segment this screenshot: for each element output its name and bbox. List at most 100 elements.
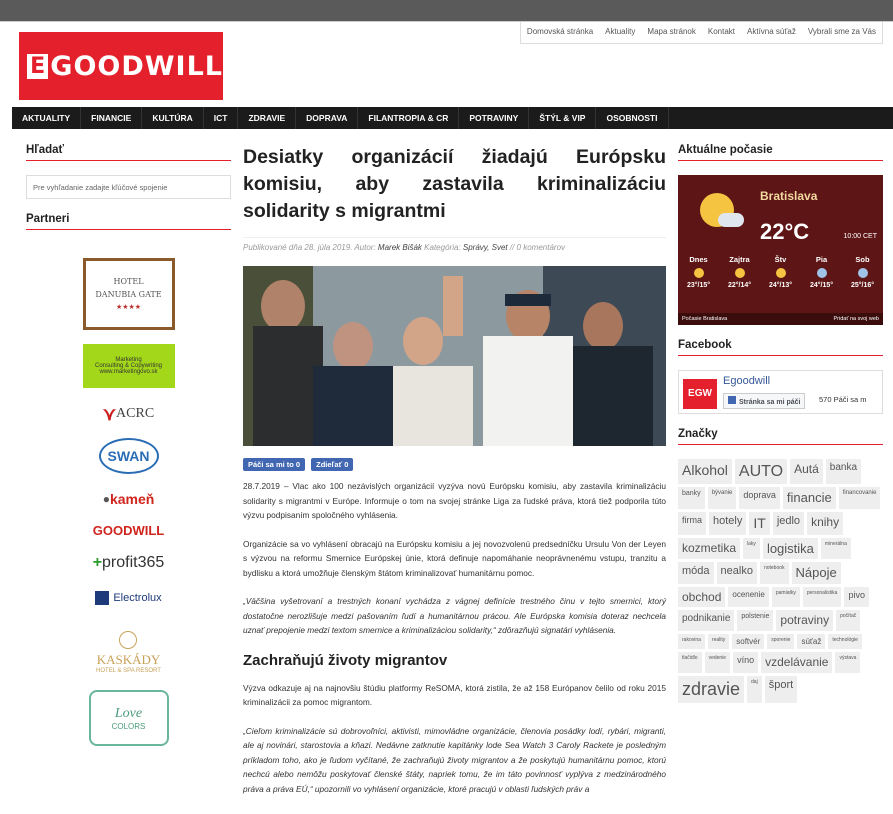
site-logo[interactable]: E GOODWILL	[19, 32, 223, 100]
nav-item[interactable]: ŠTÝL & VIP	[529, 107, 597, 129]
partner-danubia[interactable]: HOTEL DANUBIA GATE ★★★★	[82, 258, 175, 330]
fb-icon	[728, 396, 736, 404]
tag-link[interactable]: notebook	[759, 562, 789, 584]
tag-link[interactable]: logistika	[762, 537, 818, 560]
fb-share-button[interactable]: Zdieľať 0	[311, 458, 354, 471]
nav-item[interactable]: FILANTROPIA & CR	[358, 107, 460, 129]
meta-categories-link[interactable]: Správy, Svet	[463, 243, 508, 252]
electrolux-icon	[95, 591, 110, 605]
tag-link[interactable]: financie	[782, 487, 836, 509]
top-link[interactable]: Aktívna súťaž	[741, 22, 802, 43]
partner-marketing[interactable]: Marketing Consulting & Copywriting www.m…	[82, 344, 175, 388]
browser-top-strip	[0, 0, 893, 22]
fb-page-name[interactable]: Egoodwill	[723, 375, 770, 387]
partner-love-colors[interactable]: Love COLORS	[88, 690, 169, 746]
tag-link[interactable]: financovanie	[838, 487, 881, 509]
meta-comments-link[interactable]: // 0 komentárov	[510, 243, 565, 252]
tag-link[interactable]: podnikanie	[678, 610, 735, 631]
tag-link[interactable]: pivo	[844, 586, 869, 608]
nav-item[interactable]: FINANCIE	[81, 107, 143, 129]
tag-link[interactable]: personalistika	[802, 586, 842, 608]
tag-link[interactable]: Autá	[790, 459, 823, 485]
nav-item[interactable]: POTRAVINY	[459, 107, 530, 129]
weather-day-name: Pia	[815, 255, 828, 264]
top-link[interactable]: Aktuality	[599, 22, 641, 43]
tag-link[interactable]: doprava	[739, 487, 780, 509]
partner-kamen[interactable]: ● kameň	[103, 488, 155, 510]
nav-item[interactable]: ZDRAVIE	[238, 107, 297, 129]
kamen-icon: ●	[102, 492, 110, 506]
fb-like-button[interactable]: Páči sa mi to 0	[243, 458, 306, 471]
partner-electrolux[interactable]: Electrolux	[95, 586, 162, 610]
tag-link[interactable]: vzdelávanie	[761, 652, 833, 673]
nav-item[interactable]: ICT	[204, 107, 239, 129]
tag-link[interactable]: Nápoje	[791, 562, 841, 584]
top-link[interactable]: Vybrali sme za Vás	[802, 22, 882, 43]
tag-link[interactable]: kozmetika	[678, 537, 741, 560]
tag-link[interactable]: daj	[747, 675, 762, 704]
tag-link[interactable]: reality	[707, 633, 730, 650]
weather-heading: Aktuálne počasie	[678, 144, 883, 161]
tag-link[interactable]: víno	[733, 652, 759, 673]
partner-profit[interactable]: + profit365	[93, 550, 165, 576]
tag-link[interactable]: IT	[749, 511, 770, 535]
fb-page-like-button[interactable]: Stránka sa mi páči	[723, 393, 806, 409]
tag-link[interactable]: bývanie	[707, 487, 737, 509]
tag-link[interactable]: rakovina	[678, 633, 705, 650]
tag-link[interactable]: móda	[678, 562, 714, 584]
nav-item[interactable]: AKTUALITY	[12, 107, 82, 129]
tag-link[interactable]: zdravie	[678, 675, 745, 704]
partner-swan[interactable]: SWAN	[98, 438, 159, 474]
tag-link[interactable]: potraviny	[776, 610, 834, 631]
tag-link[interactable]: polstenie	[737, 610, 774, 631]
tag-link[interactable]: obchod	[678, 586, 726, 608]
weather-footer-right[interactable]: Pridať na svoj web	[834, 316, 879, 322]
tag-link[interactable]: softvér	[732, 633, 765, 650]
tag-link[interactable]: súťaž	[797, 633, 826, 650]
tag-link[interactable]: jedlo	[772, 511, 805, 535]
article-subheading: Zachraňujú životy migrantov	[243, 651, 448, 669]
tag-link[interactable]: banka	[825, 459, 862, 485]
acrc-icon: ⋎	[102, 403, 117, 424]
top-link[interactable]: Mapa stránok	[641, 22, 701, 43]
weather-day: Pia 24°/15°	[810, 255, 833, 289]
meta-author-link[interactable]: Marek Bišák	[378, 243, 422, 252]
weather-day-name: Sob	[855, 255, 870, 264]
tag-link[interactable]: technológie	[828, 633, 862, 650]
partner-kaskady-text: KASKÁDY	[96, 651, 161, 667]
tag-link[interactable]: šport	[764, 675, 798, 704]
tag-link[interactable]: Alkohol	[678, 459, 732, 485]
tag-link[interactable]: knihy	[807, 511, 844, 535]
tag-link[interactable]: sporenie	[767, 633, 795, 650]
partner-acrc[interactable]: ⋎ ACRC	[103, 402, 154, 426]
weather-footer-left[interactable]: Počasie Bratislava	[682, 316, 727, 322]
nav-item[interactable]: OSOBNOSTI	[596, 107, 669, 129]
partners-heading: Partneri	[26, 213, 231, 230]
weather-widget[interactable]: Bratislava 22°C 10:00 CET Dnes 23°/15° Zaj…	[678, 175, 883, 325]
tag-link[interactable]: AUTO	[734, 459, 788, 485]
partner-electrolux-text: Electrolux	[113, 592, 162, 604]
tag-link[interactable]: laky	[743, 537, 760, 560]
nav-item[interactable]: DOPRAVA	[296, 107, 359, 129]
tag-link[interactable]: hotely	[709, 511, 747, 535]
fb-like-count: 570 Páči sa m	[819, 395, 867, 404]
tag-link[interactable]: ocenenie	[728, 586, 769, 608]
tag-link[interactable]: tlačidlo	[678, 652, 702, 673]
top-link[interactable]: Domovská stránka	[521, 22, 599, 43]
partner-goodwill[interactable]: GOODWILL	[93, 520, 165, 540]
tag-link[interactable]: pamiatky	[771, 586, 800, 608]
tag-link[interactable]: vedenie	[704, 652, 731, 673]
search-input[interactable]: Pre vyhľadanie zadajte kľúčové spojenie	[26, 175, 231, 199]
tag-link[interactable]: nealko	[716, 562, 757, 584]
nav-item[interactable]: KULTÚRA	[142, 107, 204, 129]
weather-day: Zajtra 22°/14°	[728, 255, 751, 289]
partner-kaskady[interactable]: KASKÁDY HOTEL & SPA RESORT	[96, 624, 161, 680]
top-link[interactable]: Kontakt	[702, 22, 741, 43]
tag-link[interactable]: počítač	[836, 610, 861, 631]
tag-link[interactable]: firma	[678, 511, 706, 535]
tag-link[interactable]: výstava	[835, 652, 861, 673]
tag-link[interactable]: banky	[678, 487, 705, 509]
weather-day: Štv 24°/13°	[769, 255, 792, 289]
weather-time: 10:00 CET	[843, 233, 877, 240]
tag-link[interactable]: minerálna	[820, 537, 851, 560]
